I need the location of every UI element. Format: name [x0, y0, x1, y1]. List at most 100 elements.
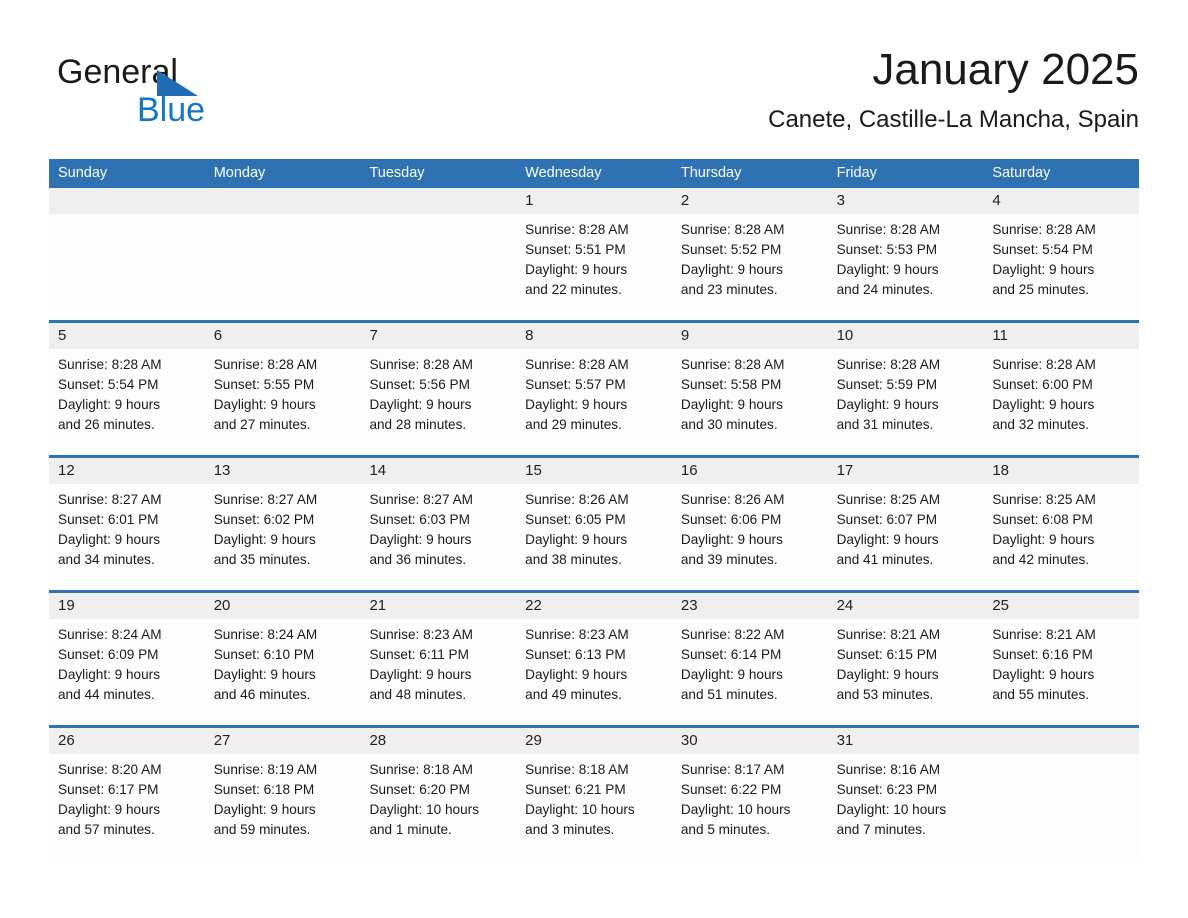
day-info: Sunrise: 8:18 AM Sunset: 6:21 PM Daylight:… [516, 754, 672, 840]
day-number: 26 [49, 728, 205, 754]
day-number: 25 [983, 593, 1140, 619]
day-info-line: Daylight: 9 hours [992, 667, 1095, 682]
day-info-line: Sunset: 5:57 PM [525, 377, 626, 392]
day-info-line: and 57 minutes. [58, 822, 155, 837]
calendar-day-cell[interactable]: 19 Sunrise: 8:24 AM Sunset: 6:09 PM Dayligh… [49, 593, 205, 725]
day-info: Sunrise: 8:16 AM Sunset: 6:23 PM Daylight:… [828, 754, 984, 840]
day-info-line: Sunset: 6:16 PM [992, 647, 1093, 662]
calendar-day-cell[interactable]: 21 Sunrise: 8:23 AM Sunset: 6:11 PM Dayligh… [360, 593, 517, 725]
day-info-line: Daylight: 9 hours [525, 262, 628, 277]
calendar-day-cell[interactable]: 22 Sunrise: 8:23 AM Sunset: 6:13 PM Dayligh… [516, 593, 672, 725]
calendar-day-cell[interactable]: 31 Sunrise: 8:16 AM Sunset: 6:23 PM Dayligh… [827, 728, 984, 860]
weekday-header-tuesday: Tuesday [369, 165, 425, 181]
day-number: 20 [204, 593, 361, 619]
day-info-line: and 35 minutes. [213, 552, 311, 567]
day-info-line: Sunrise: 8:27 AM [213, 492, 318, 507]
calendar-day-cell[interactable]: 12 Sunrise: 8:27 AM Sunset: 6:01 PM Dayligh… [49, 458, 205, 590]
day-info-line: Sunset: 6:00 PM [992, 377, 1093, 392]
day-info-line: Sunrise: 8:21 AM [992, 627, 1096, 642]
day-info-line: Sunrise: 8:28 AM [992, 357, 1096, 372]
calendar-day-cell[interactable]: 11 Sunrise: 8:28 AM Sunset: 6:00 PM Dayligh… [983, 323, 1140, 455]
calendar-day-cell[interactable]: 6 Sunrise: 8:28 AM Sunset: 5:55 PM Daylight… [204, 323, 361, 455]
day-info-line: Daylight: 9 hours [525, 532, 628, 547]
day-info-line: Sunset: 6:06 PM [680, 512, 782, 527]
day-info-line: Sunrise: 8:24 AM [58, 627, 162, 642]
day-info-line: and 3 minutes. [525, 822, 615, 837]
day-info-line: Daylight: 9 hours [525, 397, 628, 412]
calendar-day-cell-empty [49, 188, 205, 320]
day-number: 18 [983, 458, 1140, 484]
weekday-header-thursday: Thursday [680, 165, 742, 181]
day-info-line: Sunset: 6:07 PM [836, 512, 938, 527]
day-info: Sunrise: 8:28 AM Sunset: 5:58 PM Daylight:… [672, 349, 828, 435]
day-info-line: Daylight: 9 hours [213, 802, 316, 817]
calendar-day-cell[interactable]: 30 Sunrise: 8:17 AM Sunset: 6:22 PM Dayligh… [671, 728, 828, 860]
calendar-day-cell[interactable]: 3 Sunrise: 8:28 AM Sunset: 5:53 PM Daylight… [827, 188, 984, 320]
calendar-day-cell[interactable]: 1 Sunrise: 8:28 AM Sunset: 5:51 PM Daylight… [516, 188, 672, 320]
calendar-day-cell[interactable]: 9 Sunrise: 8:28 AM Sunset: 5:58 PM Daylight… [671, 323, 828, 455]
day-number: 24 [827, 593, 984, 619]
day-info [49, 214, 205, 220]
day-info-line: Sunset: 6:05 PM [525, 512, 626, 527]
calendar-day-cell[interactable]: 10 Sunrise: 8:28 AM Sunset: 5:59 PM Dayligh… [827, 323, 984, 455]
day-info-line: and 55 minutes. [992, 687, 1090, 702]
calendar-day-cell[interactable]: 28 Sunrise: 8:18 AM Sunset: 6:20 PM Dayligh… [360, 728, 517, 860]
day-info-line: Sunset: 5:54 PM [992, 242, 1093, 257]
day-info: Sunrise: 8:28 AM Sunset: 5:54 PM Daylight:… [49, 349, 205, 435]
calendar-day-cell-empty [983, 728, 1140, 860]
calendar-day-cell[interactable]: 15 Sunrise: 8:26 AM Sunset: 6:05 PM Dayligh… [516, 458, 672, 590]
calendar-day-cell[interactable]: 14 Sunrise: 8:27 AM Sunset: 6:03 PM Dayligh… [360, 458, 517, 590]
calendar-day-cell[interactable]: 17 Sunrise: 8:25 AM Sunset: 6:07 PM Dayligh… [827, 458, 984, 590]
calendar-day-cell[interactable]: 8 Sunrise: 8:28 AM Sunset: 5:57 PM Daylight… [516, 323, 672, 455]
day-number [983, 728, 1140, 754]
calendar-day-cell[interactable]: 5 Sunrise: 8:28 AM Sunset: 5:54 PM Daylight… [49, 323, 205, 455]
day-info-line: Sunrise: 8:18 AM [369, 762, 473, 777]
day-info: Sunrise: 8:28 AM Sunset: 5:59 PM Daylight:… [828, 349, 984, 435]
calendar-day-cell[interactable]: 26 Sunrise: 8:20 AM Sunset: 6:17 PM Dayligh… [49, 728, 205, 860]
calendar-day-cell[interactable]: 4 Sunrise: 8:28 AM Sunset: 5:54 PM Daylight… [983, 188, 1140, 320]
calendar-day-cell[interactable]: 29 Sunrise: 8:18 AM Sunset: 6:21 PM Dayligh… [516, 728, 672, 860]
day-info-line: Sunset: 5:56 PM [369, 377, 470, 392]
day-number [360, 188, 517, 214]
calendar-day-cell[interactable]: 23 Sunrise: 8:22 AM Sunset: 6:14 PM Dayligh… [671, 593, 828, 725]
day-info-line: and 48 minutes. [369, 687, 467, 702]
day-info-line: Daylight: 9 hours [369, 532, 472, 547]
weekday-header-wednesday: Wednesday [525, 165, 602, 181]
day-info-line: and 44 minutes. [58, 687, 155, 702]
day-info-line: Sunrise: 8:25 AM [836, 492, 941, 507]
day-info: Sunrise: 8:24 AM Sunset: 6:10 PM Daylight:… [205, 619, 361, 705]
calendar-day-cell[interactable]: 7 Sunrise: 8:28 AM Sunset: 5:56 PM Daylight… [360, 323, 517, 455]
calendar-day-cell[interactable]: 2 Sunrise: 8:28 AM Sunset: 5:52 PM Daylight… [671, 188, 828, 320]
page-title: January 2025 [872, 45, 1139, 94]
day-info-line: Sunset: 6:01 PM [58, 512, 159, 527]
day-number: 14 [360, 458, 517, 484]
day-info-line: and 46 minutes. [213, 687, 311, 702]
calendar-day-cell[interactable]: 27 Sunrise: 8:19 AM Sunset: 6:18 PM Dayligh… [204, 728, 361, 860]
day-info-line: and 5 minutes. [680, 822, 771, 837]
calendar-day-cell[interactable]: 20 Sunrise: 8:24 AM Sunset: 6:10 PM Dayligh… [204, 593, 361, 725]
day-info-line: Daylight: 9 hours [680, 532, 783, 547]
brand-logo[interactable]: General Blue [57, 54, 357, 138]
day-info-line: Daylight: 9 hours [58, 532, 161, 547]
day-number: 10 [827, 323, 984, 349]
day-info-line: Daylight: 9 hours [58, 802, 161, 817]
day-info-line: Sunrise: 8:22 AM [680, 627, 785, 642]
day-info-line: and 28 minutes. [369, 417, 467, 432]
day-info-line: Sunset: 6:17 PM [58, 782, 159, 797]
day-info-line: Sunrise: 8:28 AM [836, 357, 941, 372]
day-number: 31 [827, 728, 984, 754]
calendar-week-row: 12 Sunrise: 8:27 AM Sunset: 6:01 PM Dayligh… [49, 455, 1140, 590]
day-info: Sunrise: 8:23 AM Sunset: 6:11 PM Daylight:… [360, 619, 516, 705]
day-info-line: and 39 minutes. [680, 552, 778, 567]
day-info-line: and 24 minutes. [836, 282, 934, 297]
calendar-day-cell[interactable]: 24 Sunrise: 8:21 AM Sunset: 6:15 PM Dayligh… [827, 593, 984, 725]
day-info: Sunrise: 8:22 AM Sunset: 6:14 PM Daylight:… [672, 619, 828, 705]
day-info-line: Daylight: 9 hours [680, 667, 783, 682]
calendar-day-cell[interactable]: 25 Sunrise: 8:21 AM Sunset: 6:16 PM Dayligh… [983, 593, 1140, 725]
calendar-day-cell[interactable]: 16 Sunrise: 8:26 AM Sunset: 6:06 PM Dayligh… [671, 458, 828, 590]
calendar-day-cell[interactable]: 13 Sunrise: 8:27 AM Sunset: 6:02 PM Dayligh… [204, 458, 361, 590]
day-info-line: Sunrise: 8:28 AM [58, 357, 162, 372]
day-info-line: Daylight: 9 hours [213, 397, 316, 412]
day-info-line: and 1 minute. [369, 822, 452, 837]
calendar-day-cell[interactable]: 18 Sunrise: 8:25 AM Sunset: 6:08 PM Dayligh… [983, 458, 1140, 590]
